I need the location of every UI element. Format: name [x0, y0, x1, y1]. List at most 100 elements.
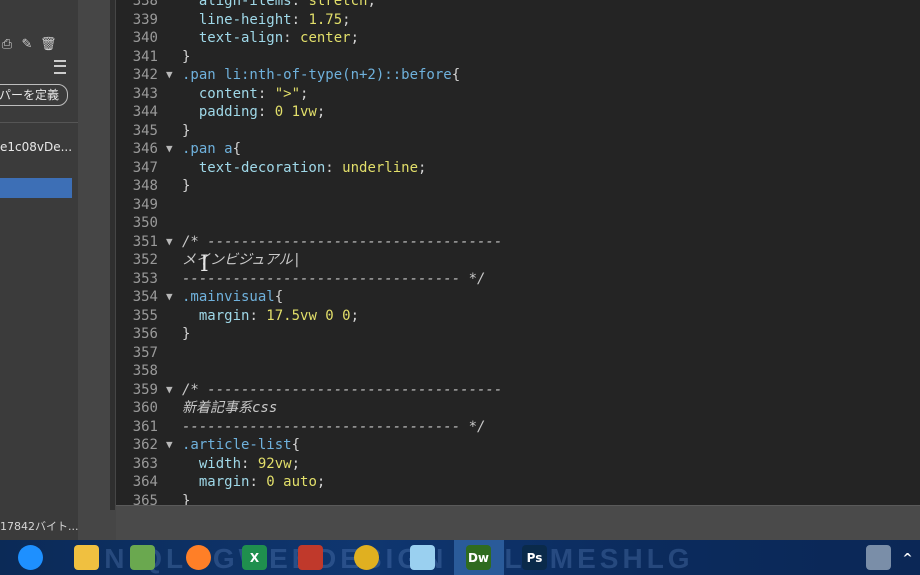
code-token: } — [182, 178, 191, 194]
code-line[interactable]: 346 ▼ .pan a{ — [116, 140, 920, 159]
code-token: margin — [182, 474, 250, 490]
line-number: 348 — [132, 178, 158, 194]
code-token: : — [249, 474, 267, 490]
code-line[interactable]: 347 text-decoration: underline; — [116, 159, 920, 178]
code-text: } — [182, 492, 190, 506]
line-number: 339 — [132, 11, 158, 28]
code-line[interactable]: 343 content: ">"; — [116, 85, 920, 104]
dreamweaver-icon[interactable]: Dw — [466, 545, 491, 570]
code-token: padding — [182, 104, 258, 120]
define-button[interactable]: パーを定義 — [0, 84, 68, 106]
code-line[interactable]: 356} — [116, 325, 920, 344]
fold-toggle-icon[interactable]: ▼ — [166, 436, 173, 455]
line-number: 364 — [132, 474, 158, 490]
code-text: /* ----------------------------------- — [182, 381, 502, 400]
files-panel: ⎙ ✎ 🗑 パーを定義 e1c08vDe... 17842バイト... — [0, 0, 78, 540]
code-line[interactable]: 345} — [116, 122, 920, 141]
photos-icon[interactable] — [298, 545, 323, 570]
code-line[interactable]: 360 新着記事系css — [116, 399, 920, 418]
code-text: .pan li:nth-of-type(n+2)::before{ — [182, 66, 460, 85]
code-line[interactable]: 349 — [116, 196, 920, 215]
code-token: content — [182, 85, 258, 102]
code-line[interactable]: 344 padding: 0 1vw; — [116, 103, 920, 122]
code-token: ; — [316, 474, 326, 490]
photoshop-icon[interactable]: Ps — [522, 545, 547, 570]
file-size-status: 17842バイト... — [0, 520, 78, 533]
code-line[interactable]: 350 — [116, 214, 920, 233]
code-text: content: ">"; — [182, 85, 309, 104]
code-token: stretch — [308, 0, 368, 9]
code-text: } — [182, 325, 190, 344]
line-number: 338 — [132, 0, 158, 9]
code-line[interactable]: 357 — [116, 344, 920, 363]
code-line[interactable]: 365} — [116, 492, 920, 506]
fold-toggle-icon[interactable]: ▼ — [166, 66, 173, 85]
code-line[interactable]: 339 line-height: 1.75; — [116, 11, 920, 30]
code-token: 92vw — [257, 455, 292, 472]
vertical-scrollbar[interactable] — [110, 0, 115, 510]
code-token: .article-list — [182, 437, 292, 453]
code-token: : — [249, 307, 267, 324]
line-number: 359 — [132, 381, 158, 398]
code-line[interactable]: 351 ▼ /* ---------------------------------… — [116, 233, 920, 252]
line-number: 345 — [132, 122, 158, 139]
code-line[interactable]: 364 margin: 0 auto; — [116, 473, 920, 492]
line-number: 341 — [132, 48, 158, 65]
code-line[interactable]: 359 ▼ /* ---------------------------------… — [116, 381, 920, 400]
selected-file-row[interactable] — [0, 178, 72, 198]
code-token: ; — [350, 30, 360, 46]
code-line[interactable]: 354 ▼ .mainvisual{ — [116, 288, 920, 307]
code-line[interactable]: 341} — [116, 48, 920, 67]
line-number: 350 — [132, 215, 158, 231]
code-editor[interactable]: 338 align-items: stretch; 339 line-height… — [116, 0, 920, 505]
code-token: text-decoration — [182, 159, 326, 176]
code-line[interactable]: 340 text-align: center; — [116, 29, 920, 48]
new-file-icon[interactable]: ⎙ — [0, 38, 14, 52]
code-line[interactable]: 358 — [116, 362, 920, 381]
firefox-icon[interactable] — [186, 545, 211, 570]
fold-toggle-icon[interactable]: ▼ — [166, 288, 173, 307]
line-number: 363 — [132, 455, 158, 472]
code-token: width — [182, 455, 242, 472]
edit-icon[interactable]: ✎ — [20, 38, 34, 52]
code-text: padding: 0 1vw; — [182, 103, 325, 122]
code-text: margin: 17.5vw 0 0; — [182, 307, 359, 326]
code-line[interactable]: 361 --------------------------------- */ — [116, 418, 920, 437]
code-line[interactable]: 362 ▼ .article-list{ — [116, 436, 920, 455]
chrome-icon[interactable] — [354, 545, 379, 570]
line-number: 344 — [132, 104, 158, 120]
fold-toggle-icon[interactable]: ▼ — [166, 381, 173, 400]
panel-toolbar: ⎙ ✎ 🗑 — [0, 38, 57, 52]
code-token: ">" — [274, 85, 301, 102]
excel-icon[interactable]: X — [242, 545, 267, 570]
code-text: .pan a{ — [182, 140, 241, 159]
code-line[interactable]: 342 ▼ .pan li:nth-of-type(n+2)::before{ — [116, 66, 920, 85]
code-token: /* ----------------------------------- — [182, 233, 503, 250]
evernote-icon[interactable] — [130, 545, 155, 570]
code-text: align-items: stretch; — [182, 0, 376, 11]
line-number: 361 — [132, 418, 158, 435]
code-line[interactable]: 363 width: 92vw; — [116, 455, 920, 474]
notes-icon[interactable] — [410, 545, 435, 570]
file-explorer-icon[interactable] — [74, 545, 99, 570]
code-line[interactable]: 355 margin: 17.5vw 0 0; — [116, 307, 920, 326]
code-token: ; — [367, 0, 376, 9]
horizontal-scrollbar[interactable] — [116, 505, 920, 540]
fold-toggle-icon[interactable]: ▼ — [166, 140, 173, 159]
code-line[interactable]: 352 メインビジュアル| — [116, 251, 920, 270]
code-token: : — [325, 159, 343, 176]
trash-icon[interactable]: 🗑 — [40, 38, 57, 52]
fold-toggle-icon[interactable]: ▼ — [166, 233, 173, 252]
code-token: : — [257, 104, 275, 120]
panel-menu-icon[interactable] — [54, 60, 66, 74]
code-line[interactable]: 348} — [116, 177, 920, 196]
code-line[interactable]: 353 --------------------------------- */ — [116, 270, 920, 289]
code-token: ; — [316, 104, 326, 120]
file-item[interactable]: e1c08vDe... — [0, 136, 76, 158]
tray-chevron-icon[interactable]: ^ — [895, 545, 920, 570]
text-cursor-icon: I — [200, 252, 209, 277]
line-number: 355 — [132, 307, 158, 324]
settings-icon[interactable] — [866, 545, 891, 570]
code-line[interactable]: 338 align-items: stretch; — [116, 0, 920, 11]
start-icon[interactable] — [18, 545, 43, 570]
